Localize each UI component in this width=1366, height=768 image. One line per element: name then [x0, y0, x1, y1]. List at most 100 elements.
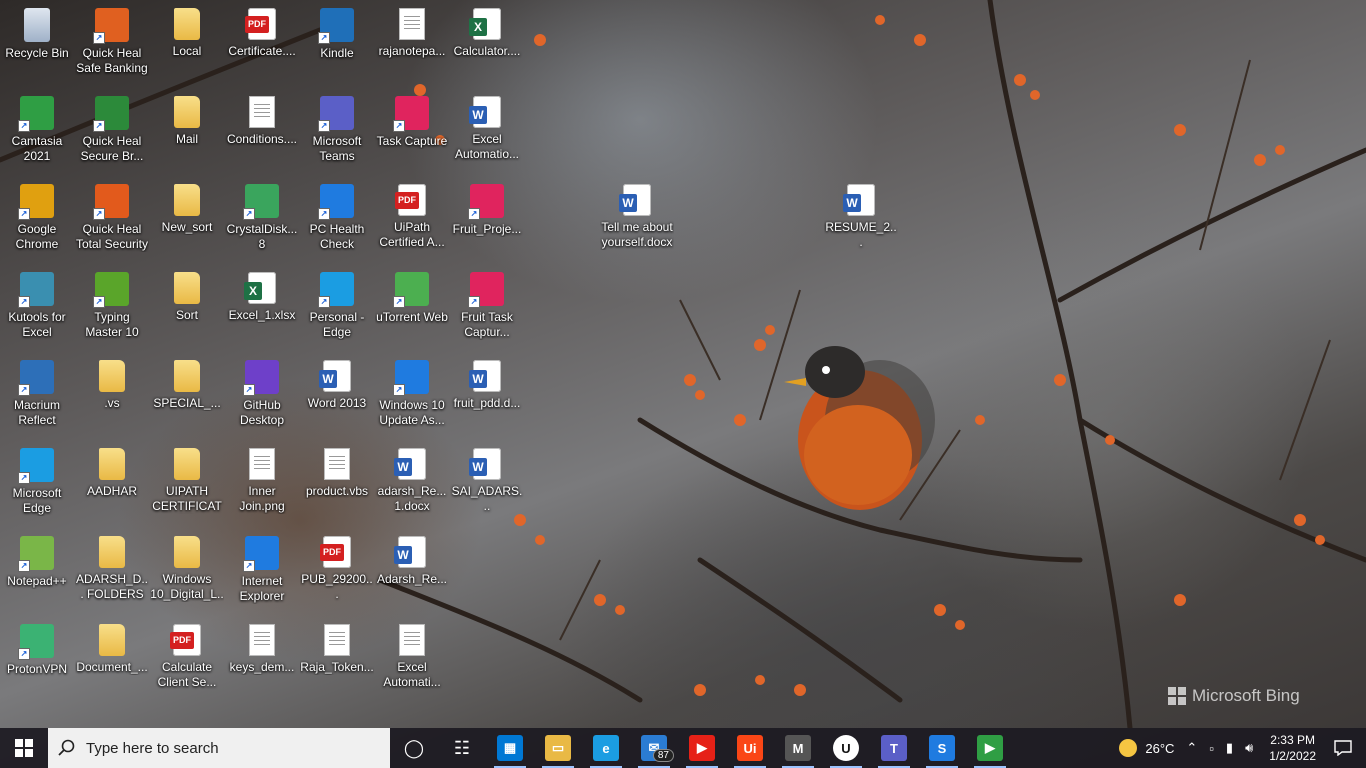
- desktop-icon[interactable]: ↗ Fruit Task Captur...: [450, 268, 524, 352]
- desktop-icon[interactable]: UIPATH CERTIFICATES: [150, 444, 224, 528]
- volume-icon[interactable]: 🔊︎: [1239, 728, 1259, 768]
- desktop-icon[interactable]: X Calculator....: [450, 4, 524, 88]
- desktop-icon[interactable]: product.vbs: [300, 444, 374, 528]
- desktop-icon[interactable]: X Excel_1.xlsx: [225, 268, 299, 352]
- app-shortcut-icon: ↗: [18, 624, 54, 660]
- app-shortcut-icon: ↗: [243, 360, 279, 396]
- desktop-icon[interactable]: ↗ Microsoft Teams: [300, 92, 374, 176]
- desktop-icon[interactable]: PDF Certificate....: [225, 4, 299, 88]
- desktop-icon[interactable]: ↗ Camtasia 2021: [0, 92, 74, 176]
- desktop-icon[interactable]: ↗ Fruit_Proje...: [450, 180, 524, 264]
- desktop-icon-label: Quick Heal Total Security: [75, 222, 149, 251]
- search-input[interactable]: Type here to search: [48, 728, 390, 768]
- desktop-icon[interactable]: Sort: [150, 268, 224, 352]
- taskbar-microsoft-store-button[interactable]: ▦: [486, 728, 534, 768]
- desktop-icon[interactable]: ↗ Internet Explorer: [225, 532, 299, 616]
- desktop-icon[interactable]: New_sort: [150, 180, 224, 264]
- desktop-icon[interactable]: Windows 10_Digital_L...: [150, 532, 224, 616]
- app-shortcut-icon: ↗: [18, 184, 54, 220]
- desktop-icon[interactable]: W Tell me about yourself.docx: [600, 180, 674, 264]
- desktop-icon[interactable]: ↗ Quick Heal Total Security: [75, 180, 149, 264]
- desktop-icon[interactable]: ↗ Macrium Reflect: [0, 356, 74, 440]
- desktop-icon-label: Sort: [175, 308, 198, 322]
- desktop-icon[interactable]: Wfruit_pdd.d...: [450, 356, 524, 440]
- taskbar-edge-button[interactable]: e: [582, 728, 630, 768]
- desktop-icon[interactable]: keys_dem...: [225, 620, 299, 704]
- desktop-icon-label: Microsoft Edge: [12, 486, 62, 515]
- desktop-icon[interactable]: W Adarsh_Re...: [375, 532, 449, 616]
- desktop-icon[interactable]: Wadarsh_Re... 1.docx: [375, 444, 449, 528]
- app-shortcut-icon: ↗: [18, 536, 54, 572]
- desktop-icon[interactable]: PDF Calculate Client Se...: [150, 620, 224, 704]
- weather-widget[interactable]: 26°C: [1113, 728, 1180, 768]
- desktop-icon-label: Mail: [175, 132, 198, 146]
- taskbar-mail-button[interactable]: ✉ 87: [630, 728, 678, 768]
- windows-logo-icon: [15, 739, 33, 757]
- desktop-icon-label: Fruit Task Captur...: [461, 310, 513, 339]
- desktop-icon[interactable]: Inner Join.png: [225, 444, 299, 528]
- taskbar-uipath-button[interactable]: Ui: [726, 728, 774, 768]
- device-icon[interactable]: ▫: [1203, 728, 1220, 768]
- desktop-icon[interactable]: PDF UiPath Certified A...: [375, 180, 449, 264]
- word-document-icon: W: [469, 360, 501, 392]
- desktop-icon[interactable]: ↗ Google Chrome: [0, 180, 74, 264]
- desktop-icon[interactable]: ↗ Task Capture: [375, 92, 449, 176]
- desktop-icon[interactable]: W SAI_ADARS...: [450, 444, 524, 528]
- taskbar-youtube-button[interactable]: ▶: [678, 728, 726, 768]
- desktop-icon[interactable]: Raja_Token...: [300, 620, 374, 704]
- desktop-icon[interactable]: Conditions....: [225, 92, 299, 176]
- taskbar-camtasia-player-button[interactable]: ▶: [966, 728, 1014, 768]
- recycle-bin-icon: [24, 8, 50, 42]
- desktop-icon[interactable]: Mail: [150, 92, 224, 176]
- desktop-icon-label: Personal - Edge: [309, 310, 365, 339]
- desktop-icon[interactable]: ↗ Kindle: [300, 4, 374, 88]
- taskbar-app-s-button[interactable]: S: [918, 728, 966, 768]
- desktop-icon[interactable]: AADHAR: [75, 444, 149, 528]
- desktop-icon[interactable]: ADARSH_D... FOLDERS: [75, 532, 149, 616]
- taskbar-app-u-button[interactable]: U: [822, 728, 870, 768]
- desktop-icon[interactable]: ↗ uTorrent Web: [375, 268, 449, 352]
- desktop-icon[interactable]: PDF PUB_29200...: [300, 532, 374, 616]
- desktop-icon[interactable]: ↗ Personal - Edge: [300, 268, 374, 352]
- taskbar-app-m-button[interactable]: M: [774, 728, 822, 768]
- start-button[interactable]: [0, 728, 48, 768]
- desktop-icon-label: Inner Join.png: [239, 484, 285, 513]
- notifications-icon[interactable]: [1326, 728, 1366, 768]
- desktop-icon[interactable]: W Excel Automatio...: [450, 92, 524, 176]
- chevron-up-icon[interactable]: ⌃: [1180, 728, 1203, 768]
- desktop-icon[interactable]: ↗ Kutools for Excel: [0, 268, 74, 352]
- desktop-icon[interactable]: ↗ Typing Master 10: [75, 268, 149, 352]
- document-icon: [399, 624, 425, 656]
- desktop-icon[interactable]: ↗ GitHub Desktop: [225, 356, 299, 440]
- app-shortcut-icon: ↗: [393, 360, 429, 396]
- desktop-icon[interactable]: W RESUME_2...: [824, 180, 898, 264]
- desktop-icon[interactable]: ↗ Microsoft Edge: [0, 444, 74, 528]
- pdf-document-icon: PDF: [245, 8, 276, 40]
- desktop-icon[interactable]: Recycle Bin: [0, 4, 74, 88]
- app-shortcut-icon: ↗: [18, 96, 54, 132]
- desktop-icon[interactable]: ↗ Quick Heal Safe Banking: [75, 4, 149, 88]
- desktop-icon[interactable]: W Word 2013: [300, 356, 374, 440]
- clock[interactable]: 2:33 PM 1/2/2022: [1259, 732, 1326, 764]
- desktop-icon[interactable]: SPECIAL_...: [150, 356, 224, 440]
- battery-icon[interactable]: ▮: [1220, 728, 1239, 768]
- desktop-icon[interactable]: ↗ Quick Heal Secure Br...: [75, 92, 149, 176]
- taskbar-timeline-button[interactable]: ☷: [438, 728, 486, 768]
- desktop-icon[interactable]: rajanotepa...: [375, 4, 449, 88]
- desktop-icon-label: .vs: [104, 396, 120, 410]
- desktop-icon-label: Macrium Reflect: [13, 398, 60, 427]
- desktop-icon[interactable]: Excel Automati...: [375, 620, 449, 704]
- app-shortcut-icon: ↗: [93, 96, 129, 132]
- desktop-icon[interactable]: ↗ ProtonVPN: [0, 620, 74, 704]
- desktop-icon[interactable]: .vs: [75, 356, 149, 440]
- desktop-icon[interactable]: ↗ PC Health Check: [300, 180, 374, 264]
- desktop-icon[interactable]: ↗ Notepad++: [0, 532, 74, 616]
- taskbar-teams-button[interactable]: T: [870, 728, 918, 768]
- desktop-icon[interactable]: Document_...: [75, 620, 149, 704]
- desktop-icon[interactable]: Local: [150, 4, 224, 88]
- desktop-icon[interactable]: ↗ Windows 10 Update As...: [375, 356, 449, 440]
- taskbar-file-explorer-button[interactable]: ▭: [534, 728, 582, 768]
- desktop-icon[interactable]: ↗ CrystalDisk... 8: [225, 180, 299, 264]
- desktop-icon-label: ADARSH_D... FOLDERS: [75, 572, 149, 601]
- taskbar-task-view-button[interactable]: ◯: [390, 728, 438, 768]
